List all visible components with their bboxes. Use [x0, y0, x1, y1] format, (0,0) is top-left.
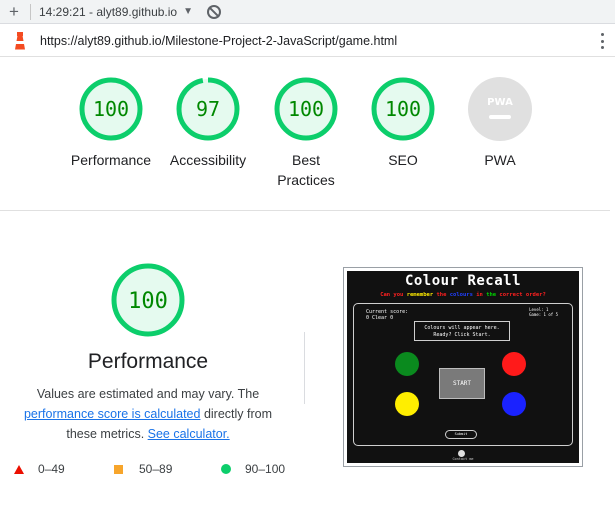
gauge-seo[interactable]: 100 SEO — [353, 76, 453, 170]
performance-big-gauge: 100 — [110, 262, 186, 343]
final-screenshot[interactable]: Colour Recall Can you remember the colou… — [343, 267, 583, 467]
gauge-performance-ring: 100 — [79, 77, 143, 141]
fail-triangle-icon — [14, 464, 24, 474]
gauge-seo-score: 100 — [385, 97, 421, 121]
gauge-accessibility-score: 97 — [196, 97, 220, 121]
new-report-plus-icon[interactable]: + — [0, 0, 28, 24]
performance-section: 100 Performance Values are estimated and… — [0, 212, 615, 525]
report-selector[interactable]: 14:29:21 - alyt89.github.io — [39, 5, 177, 19]
game-screenshot: Colour Recall Can you remember the colou… — [347, 271, 579, 463]
topbar-separator — [30, 3, 31, 20]
gauge-accessibility[interactable]: 97 Accessibility — [158, 76, 258, 170]
performance-description: Values are estimated and may vary. The p… — [8, 384, 288, 444]
gauge-performance[interactable]: 100 Performance — [61, 76, 161, 170]
level-info: Level: 1 Game: 1 of 5 — [529, 307, 558, 317]
performance-big-ring: 100 — [111, 263, 185, 337]
pwa-badge-icon: PWA — [468, 77, 532, 141]
game-subtitle: Can you remember the colours in the corr… — [380, 292, 546, 298]
github-icon — [458, 450, 465, 457]
gauge-performance-label: Performance — [70, 152, 152, 168]
vertical-divider — [304, 332, 305, 404]
submit-button: Submit — [445, 430, 477, 439]
dropdown-caret-icon[interactable]: ▼ — [183, 6, 193, 17]
see-calculator-link[interactable]: See calculator. — [148, 427, 230, 441]
legend-average-range: 50–89 — [139, 462, 173, 476]
url-bar: https://alyt89.github.io/Milestone-Proje… — [0, 25, 615, 57]
legend-fail: 0–49 — [14, 462, 65, 476]
audited-url[interactable]: https://alyt89.github.io/Milestone-Proje… — [40, 34, 397, 48]
gauge-accessibility-ring: 97 — [176, 77, 240, 141]
current-score: Current score: 0 Clear 0 — [366, 309, 409, 321]
gauge-seo-label: SEO — [388, 152, 418, 168]
score-gauges: 100 Performance 97 Accessibility 100 Bes… — [0, 70, 615, 210]
gauge-best-practices-label: Best Practices — [277, 152, 335, 188]
section-divider — [0, 210, 610, 211]
gauge-pwa[interactable]: PWA PWA — [450, 76, 550, 170]
legend-fail-range: 0–49 — [38, 462, 65, 476]
legend-pass: 90–100 — [221, 462, 285, 476]
gauge-seo-ring: 100 — [371, 77, 435, 141]
score-calculated-link[interactable]: performance score is calculated — [24, 407, 200, 421]
start-button: START — [439, 368, 485, 399]
average-square-icon — [114, 464, 123, 474]
clear-block-icon[interactable] — [207, 4, 222, 19]
legend-pass-range: 90–100 — [245, 462, 286, 476]
gauge-pwa-label: PWA — [484, 152, 516, 168]
desc-text-1: Values are estimated and may vary. The — [36, 387, 260, 401]
pass-circle-icon — [221, 464, 231, 474]
performance-big-score: 100 — [128, 289, 168, 314]
message-box: Colours will appear here. Ready? Click St… — [414, 321, 510, 341]
gauge-best-practices-ring: 100 — [274, 77, 338, 141]
gauge-best-practices-score: 100 — [288, 97, 324, 121]
game-title: Colour Recall — [404, 273, 522, 289]
gauge-performance-score: 100 — [93, 97, 129, 121]
blue-button — [502, 392, 526, 416]
performance-heading: Performance — [87, 350, 209, 373]
gauge-accessibility-label: Accessibility — [169, 152, 247, 168]
red-button — [502, 352, 526, 376]
more-options-icon[interactable] — [601, 33, 605, 49]
yellow-button — [395, 392, 419, 416]
contact-text: Contact me — [452, 457, 474, 461]
game-board: Current score: 0 Clear 0 Level: 1 Game: 1 … — [353, 303, 573, 446]
legend-average: 50–89 — [114, 462, 172, 476]
report-topbar: + 14:29:21 - alyt89.github.io ▼ — [0, 0, 615, 24]
gauge-best-practices[interactable]: 100 Best Practices — [256, 76, 356, 190]
pwa-badge-text: PWA — [487, 97, 513, 108]
lighthouse-logo-icon — [12, 31, 28, 50]
green-button — [395, 352, 419, 376]
